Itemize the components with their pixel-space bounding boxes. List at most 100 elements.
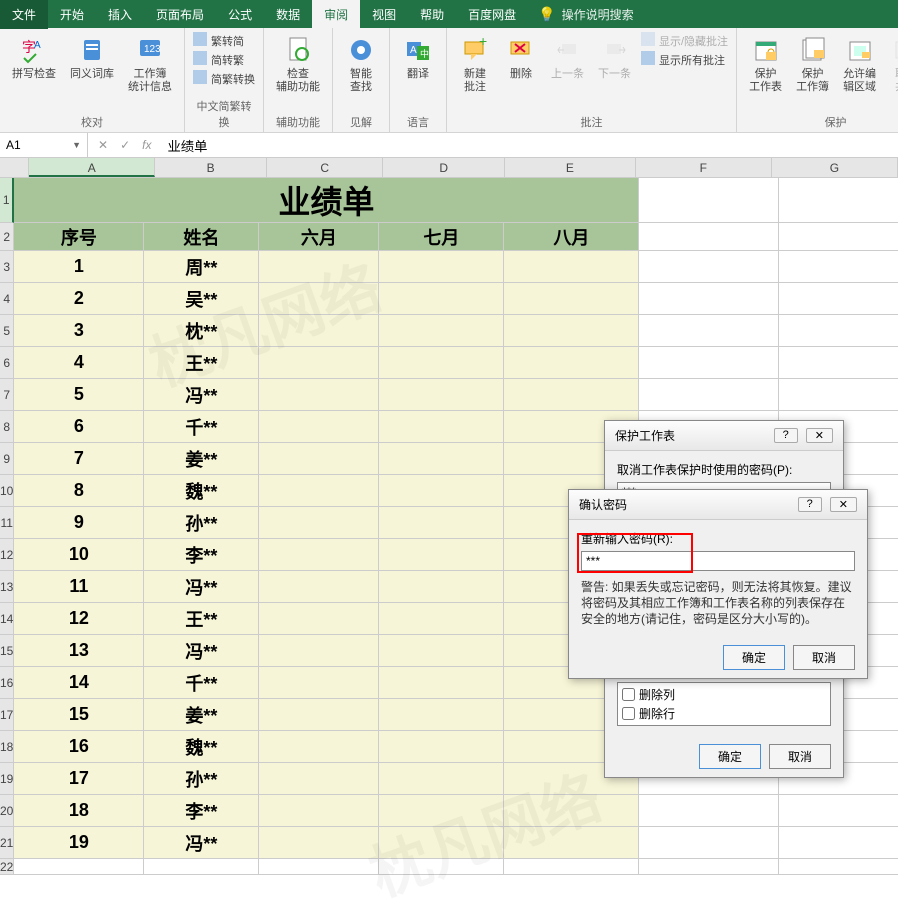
col-header-E[interactable]: E [505, 158, 636, 177]
select-all-corner[interactable] [0, 158, 29, 177]
cell-empty[interactable] [504, 795, 639, 827]
cancel-icon[interactable]: ✕ [98, 138, 108, 152]
cell-empty[interactable] [504, 379, 639, 411]
cell-empty[interactable] [259, 795, 379, 827]
cell-no[interactable]: 16 [14, 731, 144, 763]
cell-empty[interactable] [379, 507, 504, 539]
cell-no[interactable]: 5 [14, 379, 144, 411]
cell-empty[interactable] [259, 379, 379, 411]
row-header-19[interactable]: 19 [0, 763, 14, 795]
unshare-button[interactable]: 取消 共享 [886, 32, 898, 96]
cell-no[interactable]: 18 [14, 795, 144, 827]
enter-icon[interactable]: ✓ [120, 138, 130, 152]
cell-empty[interactable] [259, 667, 379, 699]
cell-empty[interactable] [259, 347, 379, 379]
cell-empty[interactable] [379, 315, 504, 347]
cell[interactable] [144, 859, 259, 875]
prev-comment-button[interactable]: 上一条 [547, 32, 588, 83]
protect-sheet-button[interactable]: 保护 工作表 [745, 32, 786, 96]
thesaurus-button[interactable]: 同义词库 [66, 32, 118, 83]
cell[interactable] [779, 795, 898, 827]
row-header-17[interactable]: 17 [0, 699, 14, 731]
cell-name[interactable]: 冯** [144, 635, 259, 667]
row-header-11[interactable]: 11 [0, 507, 14, 539]
delete-comment-button[interactable]: 删除 [501, 32, 541, 83]
cell[interactable] [779, 283, 898, 315]
cell-name[interactable]: 魏** [144, 475, 259, 507]
cell[interactable] [14, 859, 144, 875]
header-八月[interactable]: 八月 [504, 223, 639, 251]
cell-empty[interactable] [379, 475, 504, 507]
cell-name[interactable]: 冯** [144, 379, 259, 411]
cell[interactable] [779, 859, 898, 875]
cell-empty[interactable] [379, 379, 504, 411]
to-simplified-button[interactable]: 简转繁 [193, 51, 255, 68]
cell-empty[interactable] [259, 443, 379, 475]
row-header-8[interactable]: 8 [0, 411, 14, 443]
col-header-B[interactable]: B [155, 158, 267, 177]
cell[interactable] [779, 347, 898, 379]
show-hide-comment-button[interactable]: 显示/隐藏批注 [641, 32, 728, 49]
cell-empty[interactable] [259, 475, 379, 507]
cell-name[interactable]: 千** [144, 667, 259, 699]
cell-empty[interactable] [504, 283, 639, 315]
cell-empty[interactable] [379, 667, 504, 699]
tab-数据[interactable]: 数据 [264, 0, 312, 29]
spellcheck-button[interactable]: 字A拼写检查 [8, 32, 60, 83]
show-all-comments-button[interactable]: 显示所有批注 [641, 51, 728, 68]
cell-name[interactable]: 李** [144, 539, 259, 571]
name-box[interactable]: A1 ▼ [0, 133, 88, 157]
tab-页面布局[interactable]: 页面布局 [144, 0, 216, 29]
row-header-12[interactable]: 12 [0, 539, 14, 571]
cell-no[interactable]: 4 [14, 347, 144, 379]
smart-lookup-button[interactable]: 智能 查找 [341, 32, 381, 96]
cell-no[interactable]: 10 [14, 539, 144, 571]
cell-name[interactable]: 枕** [144, 315, 259, 347]
row-header-16[interactable]: 16 [0, 667, 14, 699]
cell[interactable] [639, 347, 779, 379]
row-header-4[interactable]: 4 [0, 283, 14, 315]
tab-百度网盘[interactable]: 百度网盘 [456, 0, 528, 29]
cell-empty[interactable] [379, 347, 504, 379]
tell-me-search[interactable]: 💡 操作说明搜索 [538, 6, 633, 23]
cell-empty[interactable] [259, 283, 379, 315]
cell-no[interactable]: 11 [14, 571, 144, 603]
cell-empty[interactable] [504, 251, 639, 283]
cell-name[interactable]: 王** [144, 603, 259, 635]
row-header-21[interactable]: 21 [0, 827, 14, 859]
confirm-password-input[interactable] [581, 551, 855, 571]
next-comment-button[interactable]: 下一条 [594, 32, 635, 83]
row-header-1[interactable]: 1 [0, 178, 14, 223]
cell-empty[interactable] [379, 635, 504, 667]
cancel-button[interactable]: 取消 [793, 645, 855, 670]
to-traditional-button[interactable]: 繁转简 [193, 32, 255, 49]
cell[interactable] [639, 379, 779, 411]
cell-empty[interactable] [259, 827, 379, 859]
row-header-2[interactable]: 2 [0, 223, 14, 251]
cell-name[interactable]: 吴** [144, 283, 259, 315]
cell-empty[interactable] [259, 731, 379, 763]
header-七月[interactable]: 七月 [379, 223, 504, 251]
header-序号[interactable]: 序号 [14, 223, 144, 251]
cell-name[interactable]: 冯** [144, 571, 259, 603]
allow-edit-ranges-button[interactable]: 允许编 辑区域 [839, 32, 880, 96]
cell-empty[interactable] [379, 283, 504, 315]
cell[interactable] [779, 315, 898, 347]
cell[interactable] [639, 315, 779, 347]
workbook-stats-button[interactable]: 123工作簿 统计信息 [124, 32, 176, 96]
row-header-18[interactable]: 18 [0, 731, 14, 763]
row-header-6[interactable]: 6 [0, 347, 14, 379]
cell-no[interactable]: 19 [14, 827, 144, 859]
cell-name[interactable]: 姜** [144, 443, 259, 475]
row-header-7[interactable]: 7 [0, 379, 14, 411]
cell-empty[interactable] [379, 443, 504, 475]
cell-empty[interactable] [259, 699, 379, 731]
cell-no[interactable]: 8 [14, 475, 144, 507]
cell[interactable] [379, 859, 504, 875]
protect-workbook-button[interactable]: 保护 工作簿 [792, 32, 833, 96]
perm-delete-col-checkbox[interactable] [622, 688, 635, 701]
row-header-10[interactable]: 10 [0, 475, 14, 507]
cell-empty[interactable] [259, 763, 379, 795]
help-icon[interactable]: ? [774, 428, 798, 443]
cell-name[interactable]: 魏** [144, 731, 259, 763]
